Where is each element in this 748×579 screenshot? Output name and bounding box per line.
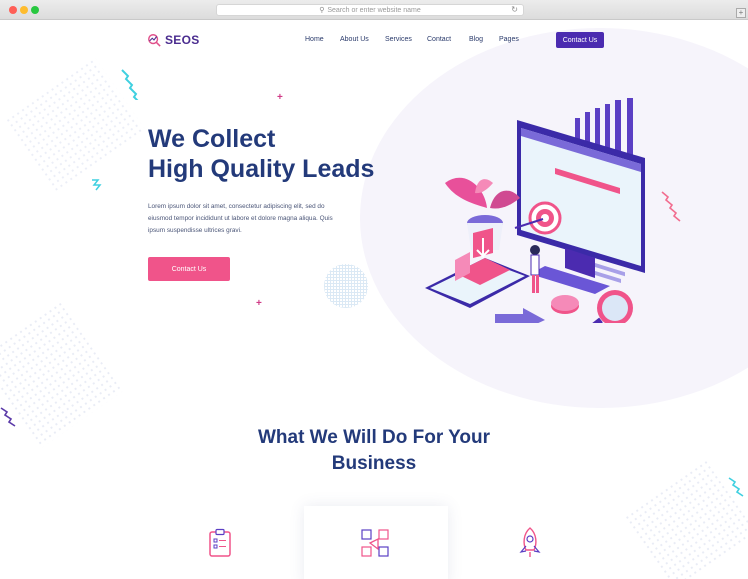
search-icon: ⚲: [319, 7, 325, 14]
close-window-button[interactable]: [9, 6, 17, 14]
seo-illustration: [425, 98, 645, 323]
marketing-icon: [361, 529, 389, 557]
nav-item-home[interactable]: Home: [305, 36, 324, 43]
webpage: + + SEOS Home About Us Services Contact …: [0, 20, 748, 579]
hero-description: Lorem ipsum dolor sit amet, consectetur …: [148, 203, 333, 234]
plus-decoration: +: [277, 92, 283, 103]
squiggle-decoration: [0, 407, 16, 427]
hero-title: We Collect High Quality Leads: [148, 124, 374, 184]
section-title-line2: Business: [331, 453, 417, 474]
clipboard-icon: [209, 528, 231, 557]
section-title-line1: What We Will Do For Your: [257, 427, 491, 448]
squiggle-decoration: [661, 191, 681, 222]
browser-toolbar: ⚲ Search or enter website name ↻ +: [0, 0, 748, 20]
maximize-window-button[interactable]: [31, 6, 39, 14]
hero-title-line2: High Quality Leads: [148, 155, 375, 183]
rocket-icon: [519, 527, 541, 557]
address-bar[interactable]: ⚲ Search or enter website name ↻: [216, 4, 524, 16]
hero-title-line1: We Collect: [148, 125, 276, 153]
plus-decoration: +: [256, 298, 262, 309]
squiggle-decoration: [728, 477, 744, 497]
hero-contact-us-button[interactable]: Contact Us: [148, 257, 230, 281]
nav-item-about-us[interactable]: About Us: [340, 36, 369, 43]
logo-icon: [148, 34, 161, 47]
nav-item-contact[interactable]: Contact: [427, 36, 451, 43]
squiggle-decoration: [121, 69, 139, 100]
nav-item-pages[interactable]: Pages: [499, 36, 519, 43]
new-tab-button[interactable]: +: [736, 8, 746, 18]
brand-logo[interactable]: SEOS: [147, 33, 200, 47]
section-title: What We Will Do For Your Business: [224, 425, 524, 477]
address-bar-placeholder: Search or enter website name: [327, 6, 421, 14]
nav-item-blog[interactable]: Blog: [469, 36, 483, 43]
minimize-window-button[interactable]: [20, 6, 28, 14]
circle-pattern-decoration: [324, 264, 368, 308]
brand-name: SEOS: [165, 33, 200, 47]
nav-item-services[interactable]: Services: [385, 36, 412, 43]
reload-icon[interactable]: ↻: [511, 5, 518, 14]
zigzag-decoration: [92, 179, 102, 191]
contact-us-nav-button[interactable]: Contact Us: [556, 32, 604, 48]
